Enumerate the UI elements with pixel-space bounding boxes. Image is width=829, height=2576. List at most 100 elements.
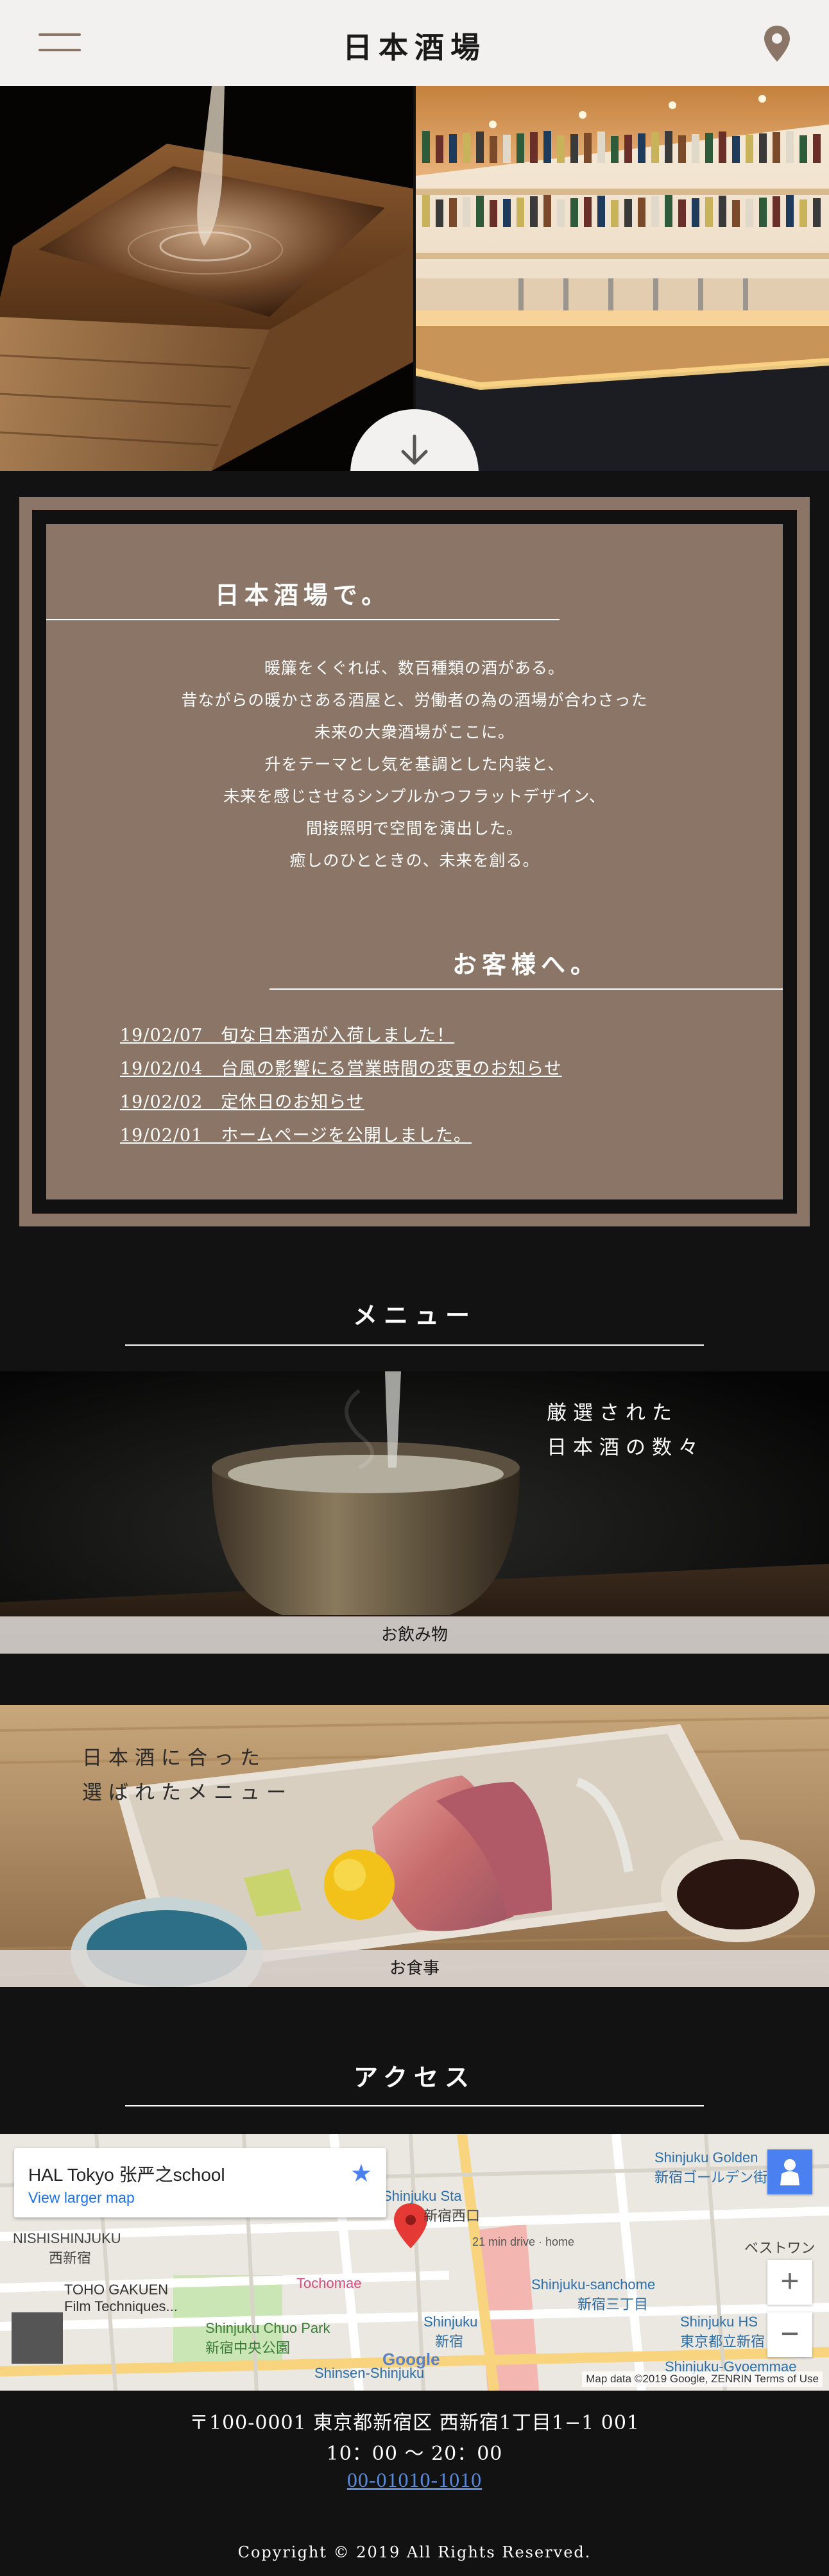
- bottle: [638, 198, 645, 227]
- bottle: [449, 134, 457, 163]
- bottle: [786, 131, 794, 163]
- bottle: [638, 133, 645, 163]
- bottle: [786, 195, 794, 227]
- map-label: 新宿: [435, 2334, 464, 2350]
- bottle: [597, 196, 605, 227]
- bottle: [624, 135, 632, 163]
- bottle: [665, 195, 672, 227]
- intro-line: 昔ながらの暖かさある酒屋と、労働者の為の酒場が合わさった: [181, 691, 648, 709]
- site-title[interactable]: 日本酒場: [0, 24, 829, 67]
- bottle: [597, 131, 605, 163]
- intro-line: 未来の大衆酒場がここに。: [314, 723, 515, 741]
- bottle: [570, 134, 578, 163]
- news-link[interactable]: 19/02/02 定休日のお知らせ: [120, 1086, 562, 1119]
- intro-line: 未来を感じさせるシンプルかつフラットデザイン、: [223, 787, 606, 806]
- bottle: [813, 134, 821, 163]
- bottle: [503, 135, 511, 163]
- map-info-card: HAL Tokyo 张严之school View larger map ★: [14, 2148, 386, 2217]
- bottle: [651, 196, 659, 227]
- news-link[interactable]: 19/02/07 旬な日本酒が入荷しました！: [120, 1019, 562, 1053]
- bottle: [611, 200, 619, 227]
- access-heading: アクセス: [353, 2063, 476, 2092]
- phone-link[interactable]: 00-01010-1010: [347, 2468, 482, 2491]
- bottle: [530, 132, 538, 163]
- divider: [125, 2105, 704, 2106]
- drinks-caption: お飲み物: [0, 1616, 829, 1654]
- copyright: Copyright © 2019 All Rights Reserved.: [237, 2543, 592, 2561]
- map-label: ベストワン: [744, 2240, 816, 2256]
- map-pin-icon[interactable]: [762, 24, 792, 63]
- news-list: 19/02/07 旬な日本酒が入荷しました！ 19/02/04 台風の影響にる営…: [120, 1019, 562, 1153]
- pegman-icon[interactable]: [767, 2149, 812, 2194]
- intro-heading: 日本酒場で。: [214, 580, 391, 609]
- place-name: HAL Tokyo 张严之school: [28, 2165, 225, 2185]
- food-copy-line: 日本酒に合った: [82, 1747, 266, 1770]
- map-attribution: Map data ©2019 Google, ZENRIN Terms of U…: [582, 2371, 823, 2387]
- food-copy-line: 選ばれたメニュー: [82, 1781, 293, 1804]
- zoom-in-button[interactable]: +: [767, 2260, 812, 2305]
- bottle: [557, 135, 565, 163]
- map-label: 21 min drive · home: [472, 2235, 575, 2248]
- bottle: [543, 131, 551, 163]
- map-label: TOHO GAKUEN: [64, 2282, 169, 2298]
- view-larger-map-link[interactable]: View larger map: [28, 2189, 135, 2207]
- bottle: [584, 197, 592, 227]
- bottle: [719, 131, 726, 163]
- menu-heading: メニュー: [352, 1301, 476, 1330]
- bottle: [517, 133, 524, 163]
- news-link[interactable]: 19/02/04 台風の影響にる営業時間の変更のお知らせ: [120, 1053, 562, 1086]
- map-label: NISHISHINJUKU: [13, 2230, 121, 2246]
- site-header: 日本酒場: [0, 0, 829, 86]
- intro-line: 升をテーマとし気を基調とした内装と、: [264, 755, 565, 774]
- map-label: Shinjuku-sanchome: [531, 2276, 656, 2292]
- business-hours: 10：00 〜 20：00: [326, 2443, 503, 2465]
- map-label: 新宿ゴールデン街: [654, 2169, 768, 2185]
- bottle: [719, 196, 726, 227]
- drinks-copy-line: 日本酒の数々: [547, 1436, 705, 1459]
- bottle: [759, 198, 767, 227]
- bottle: [732, 136, 740, 163]
- scroll-down-button[interactable]: [350, 409, 479, 471]
- drinks-banner[interactable]: 厳選された 日本酒の数々 お飲み物: [0, 1371, 829, 1654]
- food-copy: 日本酒に合った 選ばれたメニュー: [82, 1741, 293, 1810]
- bottle: [490, 136, 497, 163]
- google-logo: Google: [382, 2350, 440, 2369]
- bottle: [570, 198, 578, 227]
- address: 〒100-0001 東京都新宿区 西新宿1丁目1−1 001: [189, 2412, 640, 2434]
- bottle: [651, 132, 659, 163]
- zoom-out-button[interactable]: −: [767, 2312, 812, 2357]
- bottle: [422, 195, 430, 227]
- food-caption: お食事: [0, 1950, 829, 1987]
- drinks-copy: 厳選された 日本酒の数々: [547, 1396, 705, 1465]
- intro-panel: 日本酒場で。 暖簾をくぐれば、数百種類の酒がある。 昔ながらの暖かさある酒屋と、…: [46, 524, 783, 1199]
- map-label: 西新宿: [49, 2250, 92, 2266]
- map-label: 新宿中央公園: [205, 2340, 291, 2356]
- map-label: 新宿西口: [423, 2208, 481, 2224]
- map-label: Shinjuku Chuo Park: [205, 2320, 330, 2336]
- bottle: [463, 133, 470, 163]
- bottle: [799, 135, 807, 163]
- bottle: [692, 198, 699, 227]
- map-label: 東京都立新宿: [680, 2334, 765, 2350]
- bottle: [799, 199, 807, 227]
- bottle: [463, 197, 470, 227]
- star-icon[interactable]: ★: [350, 2161, 372, 2185]
- bottle: [584, 133, 592, 163]
- bottle: [476, 131, 484, 163]
- intro-line: 癒しのひとときの、未来を創る。: [289, 851, 540, 870]
- bottle: [773, 196, 780, 227]
- bottle: [746, 199, 753, 227]
- bottle: [436, 199, 443, 227]
- news-heading: お客様へ。: [452, 950, 600, 979]
- bottle: [813, 198, 821, 227]
- intro-line: 間接照明で空間を演出した。: [305, 819, 523, 838]
- bottle: [773, 132, 780, 163]
- bottle: [678, 199, 686, 227]
- google-map[interactable]: NISHISHINJUKU 西新宿 TOHO GAKUEN Film Techn…: [0, 2134, 829, 2391]
- food-banner[interactable]: 日本酒に合った 選ばれたメニュー お食事: [0, 1705, 829, 1987]
- intro-line: 暖簾をくぐれば、数百種類の酒がある。: [264, 659, 565, 677]
- news-link[interactable]: 19/02/01 ホームページを公開しました。: [120, 1119, 562, 1153]
- bottle: [490, 200, 497, 227]
- bottle: [746, 135, 753, 163]
- bottle: [557, 199, 565, 227]
